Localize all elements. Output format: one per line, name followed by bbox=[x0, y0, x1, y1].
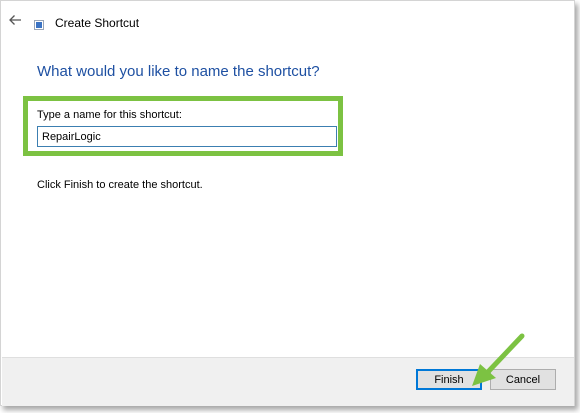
shortcut-name-label: Type a name for this shortcut: bbox=[37, 109, 182, 121]
shortcut-icon bbox=[34, 20, 44, 30]
page-heading: What would you like to name the shortcut… bbox=[37, 63, 320, 80]
create-shortcut-dialog: Create Shortcut What would you like to n… bbox=[0, 0, 575, 406]
cancel-button[interactable]: Cancel bbox=[490, 369, 556, 390]
shortcut-name-input[interactable] bbox=[37, 126, 337, 147]
window-title: Create Shortcut bbox=[55, 16, 140, 30]
finish-hint-text: Click Finish to create the shortcut. bbox=[37, 179, 203, 191]
back-arrow-icon[interactable] bbox=[8, 13, 22, 27]
dialog-footer bbox=[2, 357, 574, 406]
finish-button[interactable]: Finish bbox=[416, 369, 482, 390]
title-bar: Create Shortcut bbox=[1, 1, 574, 43]
